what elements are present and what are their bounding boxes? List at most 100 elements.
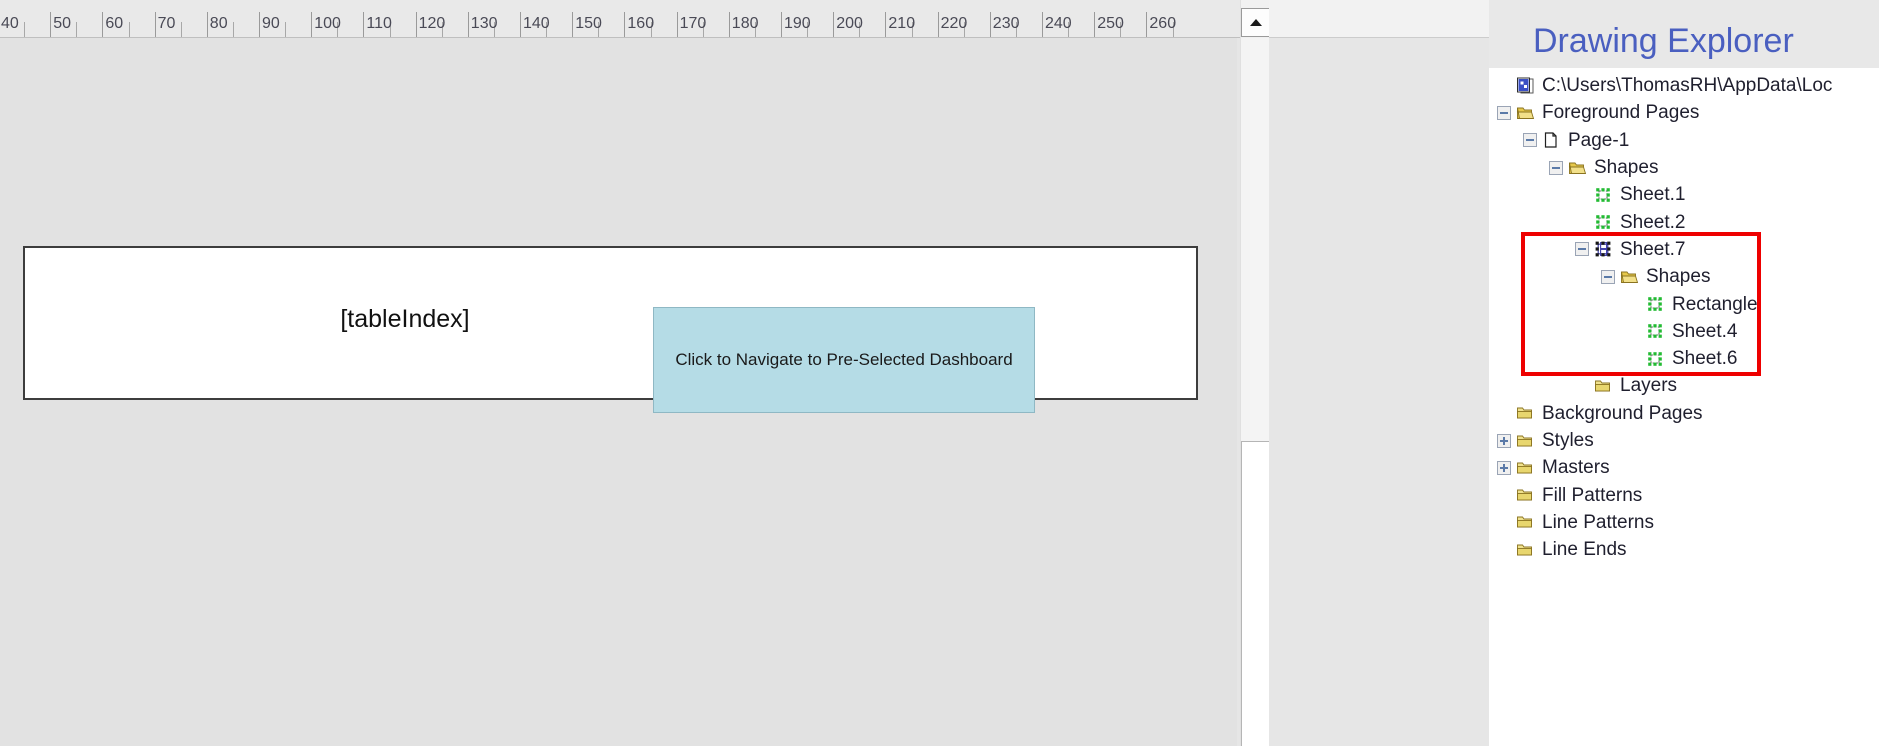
collapse-icon[interactable] — [1601, 269, 1615, 284]
tree-item-label: Page-1 — [1568, 129, 1630, 151]
folder-closed-icon — [1594, 377, 1614, 395]
scrollbar-track[interactable] — [1241, 38, 1270, 746]
group-shape-icon — [1594, 240, 1614, 258]
ruler-tick-minor — [180, 22, 182, 37]
ruler-tick-major — [572, 12, 574, 37]
collapse-icon[interactable] — [1523, 133, 1537, 148]
ruler-tick-major — [259, 12, 260, 37]
tree-item-label: Shapes — [1594, 157, 1659, 179]
expand-icon[interactable] — [1497, 460, 1511, 475]
tree-item-rectangle[interactable]: Rectangle — [1489, 290, 1879, 317]
tree-item-label: Shapes — [1646, 266, 1711, 288]
ruler-label: 140 — [523, 15, 550, 32]
ruler-tick-major — [781, 12, 782, 37]
folder-open-icon — [1568, 159, 1588, 177]
collapse-icon[interactable] — [1575, 242, 1589, 257]
tree-item-label: Foreground Pages — [1542, 102, 1700, 124]
ruler-tick-major — [154, 12, 156, 37]
tree-item-foreground-pages[interactable]: Foreground Pages — [1489, 99, 1879, 126]
ruler-label: 160 — [627, 15, 655, 32]
collapse-icon[interactable] — [1549, 160, 1563, 175]
folder-closed-icon — [1516, 486, 1536, 504]
ruler-tick-minor — [128, 22, 130, 37]
ruler-label: 120 — [418, 15, 446, 32]
ruler-tick-major — [50, 12, 52, 37]
ruler-tick-major — [833, 12, 835, 37]
tree-item-sheet-4[interactable]: Sheet.4 — [1489, 318, 1879, 345]
shape-icon — [1594, 186, 1614, 204]
ruler-tick-major — [624, 12, 626, 37]
tree-item-label: Line Patterns — [1542, 511, 1654, 533]
drawing-explorer-panel: Drawing Explorer C:\Users\ThomasRH\AppDa… — [1489, 0, 1879, 746]
tree-item-line-ends[interactable]: Line Ends — [1489, 536, 1879, 563]
tree-item-label: Sheet.1 — [1620, 184, 1686, 206]
tree-item-styles[interactable]: Styles — [1489, 427, 1879, 454]
canvas-vertical-scrollbar[interactable] — [1240, 0, 1270, 746]
tree-item-layers[interactable]: Layers — [1489, 372, 1879, 399]
ruler-tick-major — [1146, 12, 1148, 37]
shape-icon — [1646, 350, 1666, 368]
ruler-tick-minor — [76, 22, 78, 37]
tree-item-c-users-thomasrh-appdata-loc[interactable]: C:\Users\ThomasRH\AppData\Loc — [1489, 72, 1879, 99]
scroll-up-arrow-icon[interactable] — [1241, 8, 1270, 37]
ruler-label: 100 — [314, 15, 341, 32]
tree-item-line-patterns[interactable]: Line Patterns — [1489, 509, 1879, 536]
visio-document-icon — [1516, 77, 1536, 95]
tree-item-label: Masters — [1542, 457, 1610, 479]
ruler-tick-minor — [24, 22, 26, 37]
shape-navigate-dashboard-label: Click to Navigate to Pre-Selected Dashbo… — [675, 350, 1013, 369]
ruler-corner-filler — [1269, 0, 1489, 38]
shape-icon — [1646, 295, 1666, 313]
drawing-explorer-header: Drawing Explorer — [1489, 0, 1879, 68]
tree-item-shapes[interactable]: Shapes — [1489, 263, 1879, 290]
folder-open-icon — [1516, 104, 1536, 122]
ruler-tick-major — [102, 12, 104, 37]
tree-item-sheet-6[interactable]: Sheet.6 — [1489, 345, 1879, 372]
ruler-tick-major — [520, 12, 521, 37]
tree-item-masters[interactable]: Masters — [1489, 454, 1879, 481]
shape-icon — [1646, 322, 1666, 340]
tree-item-label: Layers — [1620, 375, 1678, 397]
drawing-page[interactable]: [tableIndex] Click to Navigate to Pre-Se… — [0, 38, 1237, 746]
shape-table-index-text[interactable]: [tableIndex] — [205, 305, 605, 334]
folder-open-icon — [1620, 268, 1640, 286]
tree-item-sheet-7[interactable]: Sheet.7 — [1489, 236, 1879, 263]
tree-item-sheet-2[interactable]: Sheet.2 — [1489, 208, 1879, 235]
tree-item-page-1[interactable]: Page-1 — [1489, 127, 1879, 154]
tree-item-label: Line Ends — [1542, 539, 1627, 561]
page-icon — [1542, 131, 1562, 149]
tree-item-label: C:\Users\ThomasRH\AppData\Loc — [1542, 75, 1833, 97]
scrollbar-thumb[interactable] — [1241, 441, 1270, 746]
drawing-explorer-tree[interactable]: C:\Users\ThomasRH\AppData\Loc Foreground … — [1489, 68, 1879, 746]
expand-icon[interactable] — [1497, 433, 1511, 448]
tree-item-label: Rectangle — [1672, 293, 1758, 315]
ruler-tick-major — [937, 12, 939, 37]
tree-item-sheet-1[interactable]: Sheet.1 — [1489, 181, 1879, 208]
ruler-label: 180 — [731, 15, 759, 32]
shape-navigate-dashboard-button[interactable]: Click to Navigate to Pre-Selected Dashbo… — [653, 307, 1035, 413]
ruler-label: 230 — [992, 15, 1020, 32]
ruler-tick-major — [989, 12, 991, 37]
tree-item-fill-patterns[interactable]: Fill Patterns — [1489, 481, 1879, 508]
folder-closed-icon — [1516, 404, 1536, 422]
folder-closed-icon — [1516, 541, 1536, 559]
ruler-tick-minor — [232, 22, 234, 37]
ruler-tick-major — [311, 12, 313, 37]
ruler-label: 260 — [1149, 15, 1177, 32]
ruler-tick-minor — [285, 22, 287, 37]
ruler-label: 40 — [1, 15, 19, 32]
folder-closed-icon — [1516, 432, 1536, 450]
tree-item-label: Sheet.6 — [1672, 348, 1738, 370]
ruler-tick-major — [676, 12, 678, 37]
ruler-tick-major — [415, 12, 417, 37]
collapse-icon[interactable] — [1497, 105, 1511, 120]
tree-item-shapes[interactable]: Shapes — [1489, 154, 1879, 181]
tree-item-label: Styles — [1542, 430, 1594, 451]
drawing-canvas-region: 40 50 60 70 80 90 100 110 120 130 140 150 160 170 180 1… — [0, 0, 1489, 746]
ruler-label: 210 — [888, 15, 916, 32]
ruler-tick-major — [885, 12, 887, 37]
ruler-label: 60 — [105, 15, 124, 32]
tree-item-background-pages[interactable]: Background Pages — [1489, 400, 1879, 427]
tree-item-label: Sheet.7 — [1620, 238, 1686, 260]
shape-group-sheet7[interactable]: [tableIndex] Click to Navigate to Pre-Se… — [23, 246, 1198, 413]
